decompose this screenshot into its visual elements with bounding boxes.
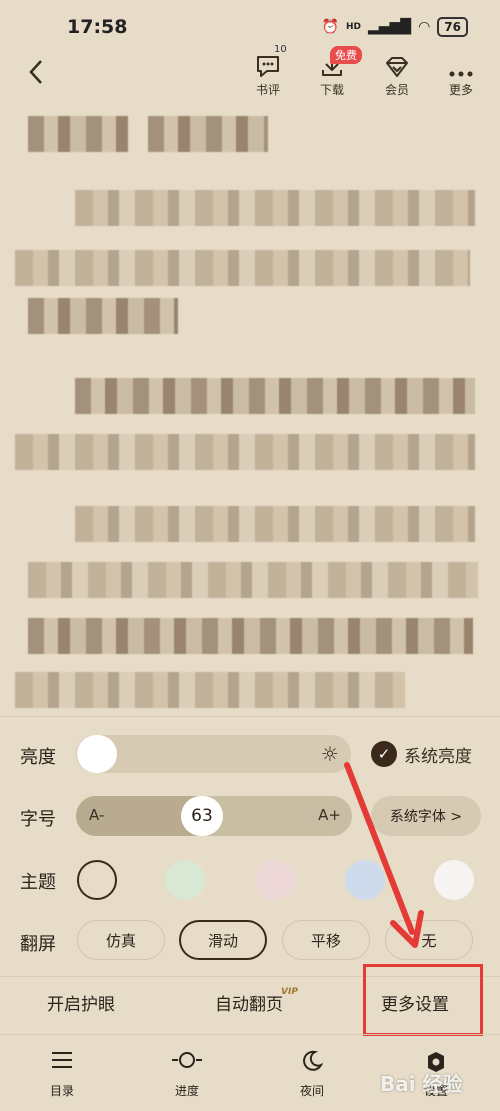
font-increase-button[interactable]: A+ bbox=[318, 806, 341, 824]
nav-progress[interactable]: 进度 bbox=[152, 1050, 222, 1099]
hd-label: HD bbox=[345, 22, 361, 32]
page-turn-label: 翻屏 bbox=[20, 934, 56, 955]
status-bar: 17:58 ⏰ HD ▂▄▆█ ◠ 76 bbox=[0, 0, 500, 52]
system-brightness-toggle[interactable]: ✓ 系统亮度 bbox=[371, 741, 472, 767]
font-size-knob[interactable]: 63 bbox=[181, 796, 223, 836]
page-turn-option-shift[interactable]: 平移 bbox=[282, 920, 370, 960]
vip-button[interactable]: 会员 bbox=[367, 48, 427, 98]
system-font-button[interactable]: 系统字体 > bbox=[371, 796, 481, 836]
text-line bbox=[28, 562, 478, 598]
vip-label: 会员 bbox=[384, 83, 409, 97]
brightness-label: 亮度 bbox=[20, 747, 56, 768]
battery-indicator: 76 bbox=[437, 17, 468, 37]
divider bbox=[0, 1034, 500, 1035]
page-turn-option-slide[interactable]: 滑动 bbox=[179, 920, 267, 960]
eye-care-button[interactable]: 开启护眼 bbox=[47, 990, 115, 1015]
sun-icon: ☼ bbox=[321, 742, 339, 766]
comment-label: 书评 bbox=[255, 83, 280, 97]
highlight-box bbox=[363, 964, 483, 1036]
comment-button[interactable]: 10 书评 bbox=[238, 44, 298, 98]
theme-swatch-blue[interactable] bbox=[345, 860, 385, 900]
progress-icon bbox=[172, 1052, 202, 1068]
text-line bbox=[15, 672, 405, 708]
text-line bbox=[28, 298, 178, 334]
check-icon: ✓ bbox=[371, 741, 397, 767]
theme-swatch-white[interactable] bbox=[434, 860, 474, 900]
text-line bbox=[15, 250, 470, 286]
font-decrease-button[interactable]: A- bbox=[89, 806, 104, 824]
wifi-icon: ◠ bbox=[418, 19, 431, 35]
nav-catalog[interactable]: 目录 bbox=[27, 1050, 97, 1099]
font-size-label: 字号 bbox=[20, 809, 56, 830]
nav-night[interactable]: 夜间 bbox=[277, 1050, 347, 1099]
reader-header: 10 书评 免费 下载 会员 更多 bbox=[0, 44, 500, 106]
brightness-slider-knob[interactable] bbox=[77, 735, 117, 773]
signal-icon: ▂▄▆█ bbox=[368, 19, 412, 35]
status-time: 17:58 bbox=[67, 16, 128, 38]
text-line bbox=[28, 116, 128, 152]
download-label: 下载 bbox=[319, 83, 344, 97]
theme-swatch-beige[interactable] bbox=[77, 860, 117, 900]
text-line bbox=[75, 378, 475, 414]
page-turn-option-simulate[interactable]: 仿真 bbox=[77, 920, 165, 960]
text-line bbox=[75, 506, 475, 542]
system-brightness-label: 系统亮度 bbox=[404, 746, 472, 767]
page-turn-option-none[interactable]: 无 bbox=[385, 920, 473, 960]
alarm-icon: ⏰ bbox=[321, 19, 339, 35]
chevron-left-icon bbox=[29, 60, 42, 84]
reading-content[interactable] bbox=[0, 106, 500, 716]
more-dots-icon bbox=[449, 71, 473, 77]
auto-page-button[interactable]: 自动翻页 bbox=[215, 990, 283, 1015]
nav-night-label: 夜间 bbox=[299, 1084, 324, 1098]
download-button[interactable]: 免费 下载 bbox=[302, 46, 362, 98]
vip-badge: VIP bbox=[281, 987, 298, 997]
status-icons: ⏰ HD ▂▄▆█ ◠ 76 bbox=[322, 17, 468, 37]
more-label: 更多 bbox=[448, 83, 473, 97]
comment-icon bbox=[257, 56, 279, 77]
text-line bbox=[28, 618, 473, 654]
brightness-slider[interactable] bbox=[76, 735, 351, 773]
theme-swatch-pink[interactable] bbox=[255, 860, 295, 900]
comment-count-badge: 10 bbox=[274, 44, 287, 55]
text-line bbox=[148, 116, 268, 152]
theme-label: 主题 bbox=[20, 872, 56, 893]
more-button[interactable]: 更多 bbox=[431, 48, 491, 98]
nav-catalog-label: 目录 bbox=[49, 1084, 74, 1098]
moon-icon bbox=[303, 1050, 324, 1071]
nav-progress-label: 进度 bbox=[174, 1084, 199, 1098]
free-badge: 免费 bbox=[330, 46, 362, 64]
text-line bbox=[15, 434, 475, 470]
theme-swatch-green[interactable] bbox=[165, 860, 205, 900]
watermark: Bai 经验 bbox=[380, 1072, 463, 1096]
diamond-icon bbox=[386, 57, 408, 77]
back-button[interactable] bbox=[28, 58, 44, 93]
menu-lines-icon bbox=[52, 1052, 72, 1068]
text-line bbox=[75, 190, 475, 226]
